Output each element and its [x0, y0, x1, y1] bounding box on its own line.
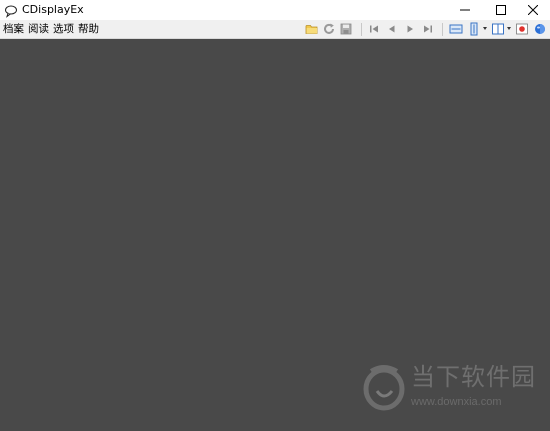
first-page-icon[interactable]: [367, 22, 381, 36]
menu-item-help[interactable]: 帮助: [77, 20, 102, 39]
globe-icon[interactable]: [533, 22, 547, 36]
title-bar[interactable]: CDisplayEx: [0, 0, 550, 20]
record-icon[interactable]: [515, 22, 529, 36]
app-window: CDisplayEx 档案 阅读 选项 帮助 当下软件园 www.downxia…: [0, 0, 550, 431]
last-page-icon[interactable]: [421, 22, 435, 36]
fit-height-icon[interactable]: [467, 22, 481, 36]
close-button[interactable]: [516, 0, 550, 20]
folder-open-icon[interactable]: [305, 22, 319, 36]
menu-item-file[interactable]: 档案: [2, 20, 27, 39]
watermark-url: www.downxia.com: [411, 396, 502, 408]
save-icon[interactable]: [339, 22, 353, 36]
previous-page-icon[interactable]: [385, 22, 399, 36]
menu-item-options[interactable]: 选项: [52, 20, 77, 39]
close-icon: [528, 5, 538, 15]
menu-bar: 档案 阅读 选项 帮助: [2, 20, 102, 39]
layout-dropdown-icon[interactable]: [507, 27, 511, 30]
window-title: CDisplayEx: [22, 3, 84, 16]
maximize-button[interactable]: [484, 0, 518, 20]
menu-toolbar-row: 档案 阅读 选项 帮助: [0, 20, 550, 39]
refresh-icon[interactable]: [322, 22, 336, 36]
minimize-button[interactable]: [448, 0, 482, 20]
minimize-icon: [460, 5, 470, 15]
downxia-logo: [361, 361, 407, 411]
page-layout-icon[interactable]: [491, 22, 505, 36]
watermark-name: 当下软件园: [411, 363, 536, 391]
next-page-icon[interactable]: [403, 22, 417, 36]
menu-item-read[interactable]: 阅读: [27, 20, 52, 39]
toolbar-separator: [442, 23, 443, 36]
maximize-icon: [496, 5, 506, 15]
fit-width-icon[interactable]: [449, 22, 463, 36]
toolbar-separator: [361, 23, 362, 36]
speech-bubble-icon: [4, 3, 18, 18]
fit-dropdown-icon[interactable]: [483, 27, 487, 30]
